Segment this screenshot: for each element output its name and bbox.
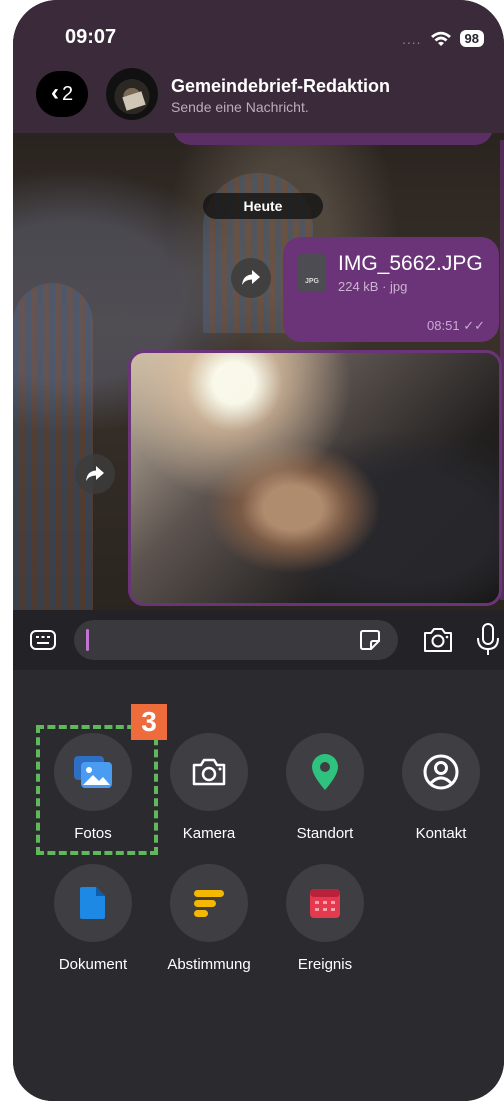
attach-poll-label: Abstimmung: [167, 956, 251, 973]
forward-button[interactable]: [75, 454, 115, 494]
date-separator: Heute: [203, 193, 323, 219]
poll-icon: [194, 890, 224, 917]
attach-location-button[interactable]: Standort: [270, 733, 380, 842]
chat-title[interactable]: Gemeindebrief-Redaktion: [171, 76, 390, 97]
signal-icon: ....: [401, 30, 422, 47]
phone-screen: 09:07 .... 98 ‹ 2 Gemeindebrief-Redaktio…: [13, 0, 504, 1101]
wifi-icon: [430, 31, 451, 46]
chevron-left-icon: ‹: [50, 79, 59, 106]
chat-subtitle: Sende eine Nachricht.: [171, 99, 309, 115]
attach-event-button[interactable]: Ereignis: [270, 864, 380, 973]
back-button[interactable]: ‹ 2: [36, 71, 88, 117]
sticker-icon[interactable]: [358, 628, 382, 652]
contact-circle: [402, 733, 480, 811]
attach-poll-button[interactable]: Abstimmung: [154, 864, 264, 973]
forward-button[interactable]: [231, 258, 271, 298]
battery-indicator: 98: [459, 30, 484, 47]
step-number-badge: 3: [131, 704, 167, 740]
message-time-text: 08:51: [427, 318, 460, 333]
microphone-icon[interactable]: [475, 622, 501, 656]
attachment-menu: Fotos Kamera Standort Kontakt Dokument A…: [13, 670, 504, 1101]
camera-icon[interactable]: [421, 623, 455, 657]
attach-event-label: Ereignis: [297, 956, 353, 973]
document-circle: [54, 864, 132, 942]
event-circle: [286, 864, 364, 942]
back-unread-count: 2: [61, 82, 74, 105]
location-pin-icon: [312, 754, 338, 790]
keyboard-icon[interactable]: [29, 628, 57, 652]
contact-icon: [423, 754, 459, 790]
camera-circle: [170, 733, 248, 811]
poll-circle: [170, 864, 248, 942]
chat-header: 09:07 .... 98 ‹ 2 Gemeindebrief-Redaktio…: [13, 0, 504, 133]
calendar-icon: [310, 889, 340, 918]
message-input[interactable]: [74, 620, 398, 660]
file-meta: 224 kB · jpg: [338, 279, 408, 294]
forward-arrow-icon: [86, 466, 104, 481]
text-cursor: [86, 629, 89, 651]
attach-document-button[interactable]: Dokument: [38, 864, 148, 973]
camera-icon: [192, 758, 226, 786]
photos-highlight-box: [36, 725, 158, 855]
file-name: IMG_5662.JPG: [338, 252, 483, 275]
forward-arrow-icon: [242, 270, 260, 285]
status-time: 09:07: [65, 26, 117, 48]
status-icons: .... 98: [402, 30, 484, 47]
attach-document-label: Dokument: [58, 956, 128, 973]
attach-camera-label: Kamera: [182, 825, 236, 842]
attach-contact-button[interactable]: Kontakt: [386, 733, 496, 842]
document-icon: [80, 887, 105, 919]
group-avatar[interactable]: [106, 68, 158, 120]
attach-contact-label: Kontakt: [415, 825, 467, 842]
attach-location-label: Standort: [296, 825, 354, 842]
read-checkmarks-icon: ✓✓: [463, 318, 485, 333]
photo-message[interactable]: [128, 350, 502, 606]
jpg-file-icon: JPG: [298, 254, 326, 292]
message-composer: [13, 610, 504, 670]
message-time: 08:51 ✓✓: [427, 318, 485, 334]
background-window: [13, 283, 93, 613]
file-message-bubble[interactable]: JPG IMG_5662.JPG 224 kB · jpg 08:51 ✓✓: [283, 237, 499, 342]
location-circle: [286, 733, 364, 811]
attach-camera-button[interactable]: Kamera: [154, 733, 264, 842]
